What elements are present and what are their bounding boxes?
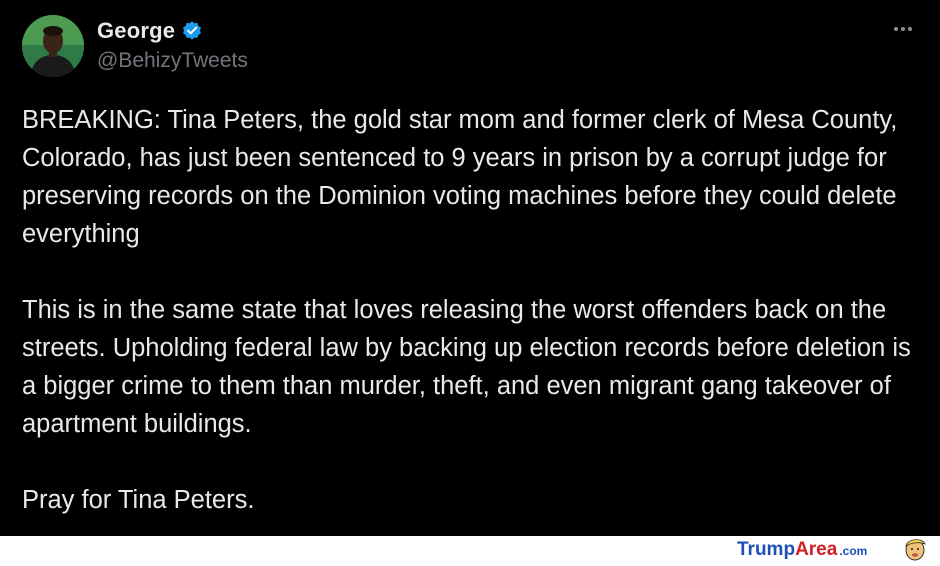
tweet-paragraph: Pray for Tina Peters.	[22, 486, 255, 514]
author-display-name[interactable]: George	[97, 18, 175, 44]
watermark-bar: Trump Area .com	[0, 536, 940, 561]
more-dot	[894, 27, 898, 31]
watermark-text-area: Area	[795, 539, 838, 560]
tweet-paragraph: This is in the same state that loves rel…	[22, 296, 918, 438]
more-dot	[901, 27, 905, 31]
avatar-photo	[22, 15, 84, 77]
more-options-icon[interactable]	[887, 19, 919, 39]
author-avatar[interactable]	[22, 15, 84, 77]
watermark-logo: Trump Area .com	[737, 539, 868, 560]
author-handle[interactable]: @BehizyTweets	[97, 49, 248, 73]
watermark-face-icon	[902, 536, 928, 561]
author-name-row[interactable]: George	[97, 17, 203, 45]
verified-badge-icon	[181, 20, 203, 42]
tweet-paragraph: BREAKING: Tina Peters, the gold star mom…	[22, 106, 905, 248]
watermark-text-trump: Trump	[737, 539, 796, 560]
tweet-card: George @BehizyTweets BREAKING: Tina Pete…	[0, 0, 940, 536]
watermark-text-tld: .com	[839, 544, 868, 558]
tweet-text: BREAKING: Tina Peters, the gold star mom…	[22, 101, 927, 519]
more-dot	[908, 27, 912, 31]
